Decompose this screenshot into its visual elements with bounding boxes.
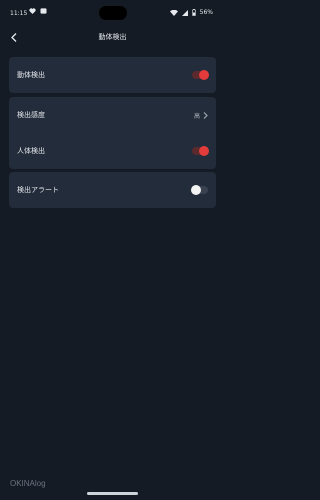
human-detection-row: 人体検出 — [9, 133, 216, 169]
message-icon — [40, 8, 47, 14]
app-header: 動体検出 — [0, 28, 225, 48]
sensitivity-label: 検出感度 — [17, 111, 45, 119]
toggle-knob — [191, 185, 201, 195]
detection-alert-row: 検出アラート — [9, 172, 216, 208]
wifi-icon — [169, 9, 178, 16]
toggle-knob — [199, 70, 209, 80]
human-detection-toggle[interactable] — [192, 146, 209, 156]
status-time: 11:15 — [10, 10, 28, 17]
status-system-icons: 56% — [169, 9, 213, 16]
signal-icon — [181, 9, 188, 16]
status-bar: 11:15 56% — [0, 0, 225, 26]
home-indicator[interactable] — [87, 492, 138, 495]
detection-settings-card: 検出感度 高 人体検出 — [9, 97, 216, 169]
motion-detection-toggle[interactable] — [192, 70, 209, 80]
chevron-right-icon — [203, 111, 208, 119]
detection-alert-label: 検出アラート — [17, 186, 59, 194]
sensitivity-value: 高 — [193, 112, 200, 120]
detection-alert-card: 検出アラート — [9, 172, 216, 208]
sensitivity-row[interactable]: 検出感度 高 — [9, 97, 216, 133]
watermark: OKINAlog — [10, 479, 46, 488]
battery-level: 56% — [199, 9, 213, 16]
motion-detection-row: 動体検出 — [9, 57, 216, 93]
page-title: 動体検出 — [98, 33, 127, 41]
detection-alert-toggle[interactable] — [191, 185, 208, 195]
heart-icon — [29, 8, 36, 14]
human-detection-label: 人体検出 — [17, 147, 45, 155]
toggle-knob — [199, 146, 209, 156]
status-notification-icons — [29, 8, 47, 14]
motion-detection-card: 動体検出 — [9, 57, 216, 93]
motion-detection-label: 動体検出 — [17, 71, 45, 79]
battery-icon — [191, 9, 196, 16]
camera-cutout — [99, 6, 127, 20]
